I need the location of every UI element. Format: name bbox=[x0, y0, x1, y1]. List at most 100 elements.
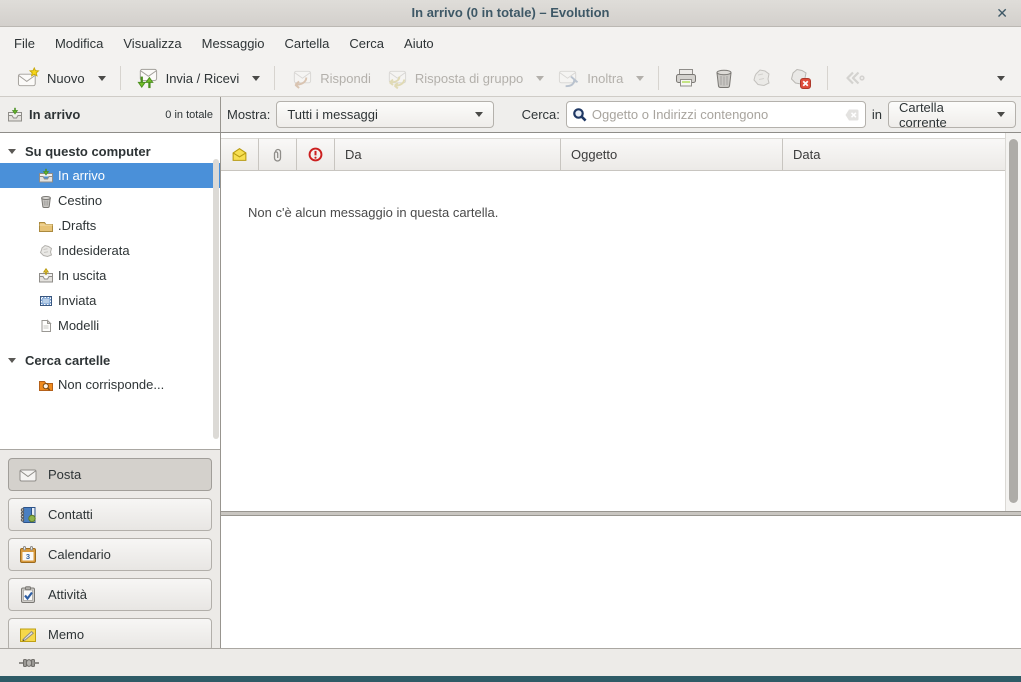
trash-icon bbox=[38, 193, 54, 209]
delete-junk-button[interactable] bbox=[781, 62, 819, 94]
tree-group-search-folders[interactable]: Cerca cartelle bbox=[0, 348, 220, 372]
switcher-mail-button[interactable]: Posta bbox=[8, 458, 212, 491]
group-reply-dropdown-button[interactable] bbox=[530, 72, 550, 85]
column-status[interactable] bbox=[221, 138, 259, 171]
new-button-label: Nuovo bbox=[47, 71, 85, 86]
inbox-icon bbox=[38, 168, 54, 184]
folder-label: Indesiderata bbox=[58, 243, 130, 258]
previous-message-button[interactable] bbox=[836, 62, 874, 94]
junk-icon bbox=[38, 243, 54, 259]
tree-group-label: Su questo computer bbox=[25, 144, 151, 159]
column-from[interactable]: Da bbox=[335, 138, 561, 171]
menu-modifica[interactable]: Modifica bbox=[45, 31, 113, 56]
tree-group-label: Cerca cartelle bbox=[25, 353, 110, 368]
column-subject[interactable]: Oggetto bbox=[561, 138, 783, 171]
folder-row-templates[interactable]: Modelli bbox=[0, 313, 220, 338]
folder-row-trash[interactable]: Cestino bbox=[0, 188, 220, 213]
sidebar-scrollbar-thumb[interactable] bbox=[213, 159, 219, 439]
folder-row-unmatched[interactable]: Non corrisponde... bbox=[0, 372, 220, 397]
mark-junk-button[interactable] bbox=[743, 62, 781, 94]
expander-icon[interactable] bbox=[8, 149, 16, 154]
toolbar-separator bbox=[827, 66, 828, 90]
tasks-icon bbox=[18, 585, 38, 605]
column-subject-label: Oggetto bbox=[571, 147, 617, 162]
forward-button[interactable]: Inoltra bbox=[550, 63, 630, 94]
message-filter-value: Tutti i messaggi bbox=[287, 107, 378, 122]
delete-button[interactable] bbox=[705, 62, 743, 94]
search-label: Cerca: bbox=[522, 107, 560, 122]
folder-row-junk[interactable]: Indesiderata bbox=[0, 238, 220, 263]
printer-icon bbox=[674, 66, 698, 90]
menu-cerca[interactable]: Cerca bbox=[339, 31, 394, 56]
send-receive-dropdown-button[interactable] bbox=[246, 72, 266, 85]
menu-cartella[interactable]: Cartella bbox=[275, 31, 340, 56]
menu-file[interactable]: File bbox=[4, 31, 45, 56]
switcher-tasks-button[interactable]: Attività bbox=[8, 578, 212, 611]
folder-row-inbox[interactable]: In arrivo bbox=[0, 163, 220, 188]
group-reply-button[interactable]: Risposta di gruppo bbox=[378, 63, 530, 94]
reply-button[interactable]: Rispondi bbox=[283, 63, 378, 94]
forward-dropdown-button[interactable] bbox=[630, 72, 650, 85]
titlebar: In arrivo (0 in totale) – Evolution ✕ bbox=[0, 0, 1021, 27]
menu-messaggio[interactable]: Messaggio bbox=[192, 31, 275, 56]
chevron-down-icon bbox=[997, 76, 1005, 81]
window-title: In arrivo (0 in totale) – Evolution bbox=[0, 0, 1021, 26]
search-icon bbox=[572, 107, 588, 123]
folder-label: Inviata bbox=[58, 293, 96, 308]
toolbar-separator bbox=[120, 66, 121, 90]
chevron-down-icon bbox=[98, 76, 106, 81]
preview-pane bbox=[221, 516, 1021, 648]
junk-icon bbox=[750, 66, 774, 90]
folder-row-sent[interactable]: Inviata bbox=[0, 288, 220, 313]
search-input[interactable] bbox=[592, 107, 840, 122]
toolbar: Nuovo Invia / Ricevi Rispondi bbox=[0, 60, 1021, 97]
send-receive-button[interactable]: Invia / Ricevi bbox=[129, 63, 247, 94]
folder-row-drafts[interactable]: .Drafts bbox=[0, 213, 220, 238]
search-folder-icon bbox=[38, 377, 54, 393]
group-reply-icon bbox=[385, 67, 408, 90]
switcher-calendar-button[interactable]: 3 Calendario bbox=[8, 538, 212, 571]
reply-button-label: Rispondi bbox=[320, 71, 371, 86]
folder-label: Modelli bbox=[58, 318, 99, 333]
memo-icon bbox=[18, 625, 38, 645]
paperclip-icon bbox=[270, 147, 286, 163]
switcher-memo-button[interactable]: Memo bbox=[8, 618, 212, 651]
new-dropdown-button[interactable] bbox=[92, 72, 112, 85]
message-list-header: Da Oggetto Data bbox=[221, 138, 1005, 171]
junk-delete-icon bbox=[788, 66, 812, 90]
column-attachment[interactable] bbox=[259, 138, 297, 171]
folder-label: In arrivo bbox=[58, 168, 105, 183]
tree-group-this-computer[interactable]: Su questo computer bbox=[0, 139, 220, 163]
column-date-label: Data bbox=[793, 147, 820, 162]
message-list-scrollbar[interactable] bbox=[1005, 133, 1021, 511]
mail-icon bbox=[18, 465, 38, 485]
forward-icon bbox=[557, 67, 580, 90]
switcher-contacts-button[interactable]: Contatti bbox=[8, 498, 212, 531]
folder-label: .Drafts bbox=[58, 218, 96, 233]
bottom-strip bbox=[0, 676, 1021, 682]
toolbar-overflow-button[interactable] bbox=[991, 72, 1011, 85]
close-icon[interactable]: ✕ bbox=[996, 0, 1008, 26]
print-button[interactable] bbox=[667, 62, 705, 94]
calendar-day-number: 3 bbox=[26, 552, 30, 561]
folder-row-outbox[interactable]: In uscita bbox=[0, 263, 220, 288]
column-priority[interactable] bbox=[297, 138, 335, 171]
empty-folder-message: Non c'è alcun messaggio in questa cartel… bbox=[248, 205, 1021, 220]
menu-aiuto[interactable]: Aiuto bbox=[394, 31, 444, 56]
online-status-icon[interactable] bbox=[18, 657, 40, 669]
trash-icon bbox=[712, 66, 736, 90]
expander-icon[interactable] bbox=[8, 358, 16, 363]
switcher-label: Contatti bbox=[48, 507, 93, 522]
scrollbar-thumb[interactable] bbox=[1009, 139, 1018, 503]
clear-search-icon[interactable] bbox=[844, 107, 860, 123]
search-scope-dropdown[interactable]: Cartella corrente bbox=[888, 101, 1016, 128]
switcher-label: Calendario bbox=[48, 547, 111, 562]
menu-visualizza[interactable]: Visualizza bbox=[113, 31, 191, 56]
outbox-icon bbox=[38, 268, 54, 284]
column-date[interactable]: Data bbox=[783, 138, 1005, 171]
toolbar-separator bbox=[658, 66, 659, 90]
contacts-icon bbox=[18, 505, 38, 525]
message-list-pane: Da Oggetto Data Non c'è alcun messaggio … bbox=[221, 133, 1021, 511]
new-button[interactable]: Nuovo bbox=[10, 63, 92, 94]
message-filter-dropdown[interactable]: Tutti i messaggi bbox=[276, 101, 494, 128]
